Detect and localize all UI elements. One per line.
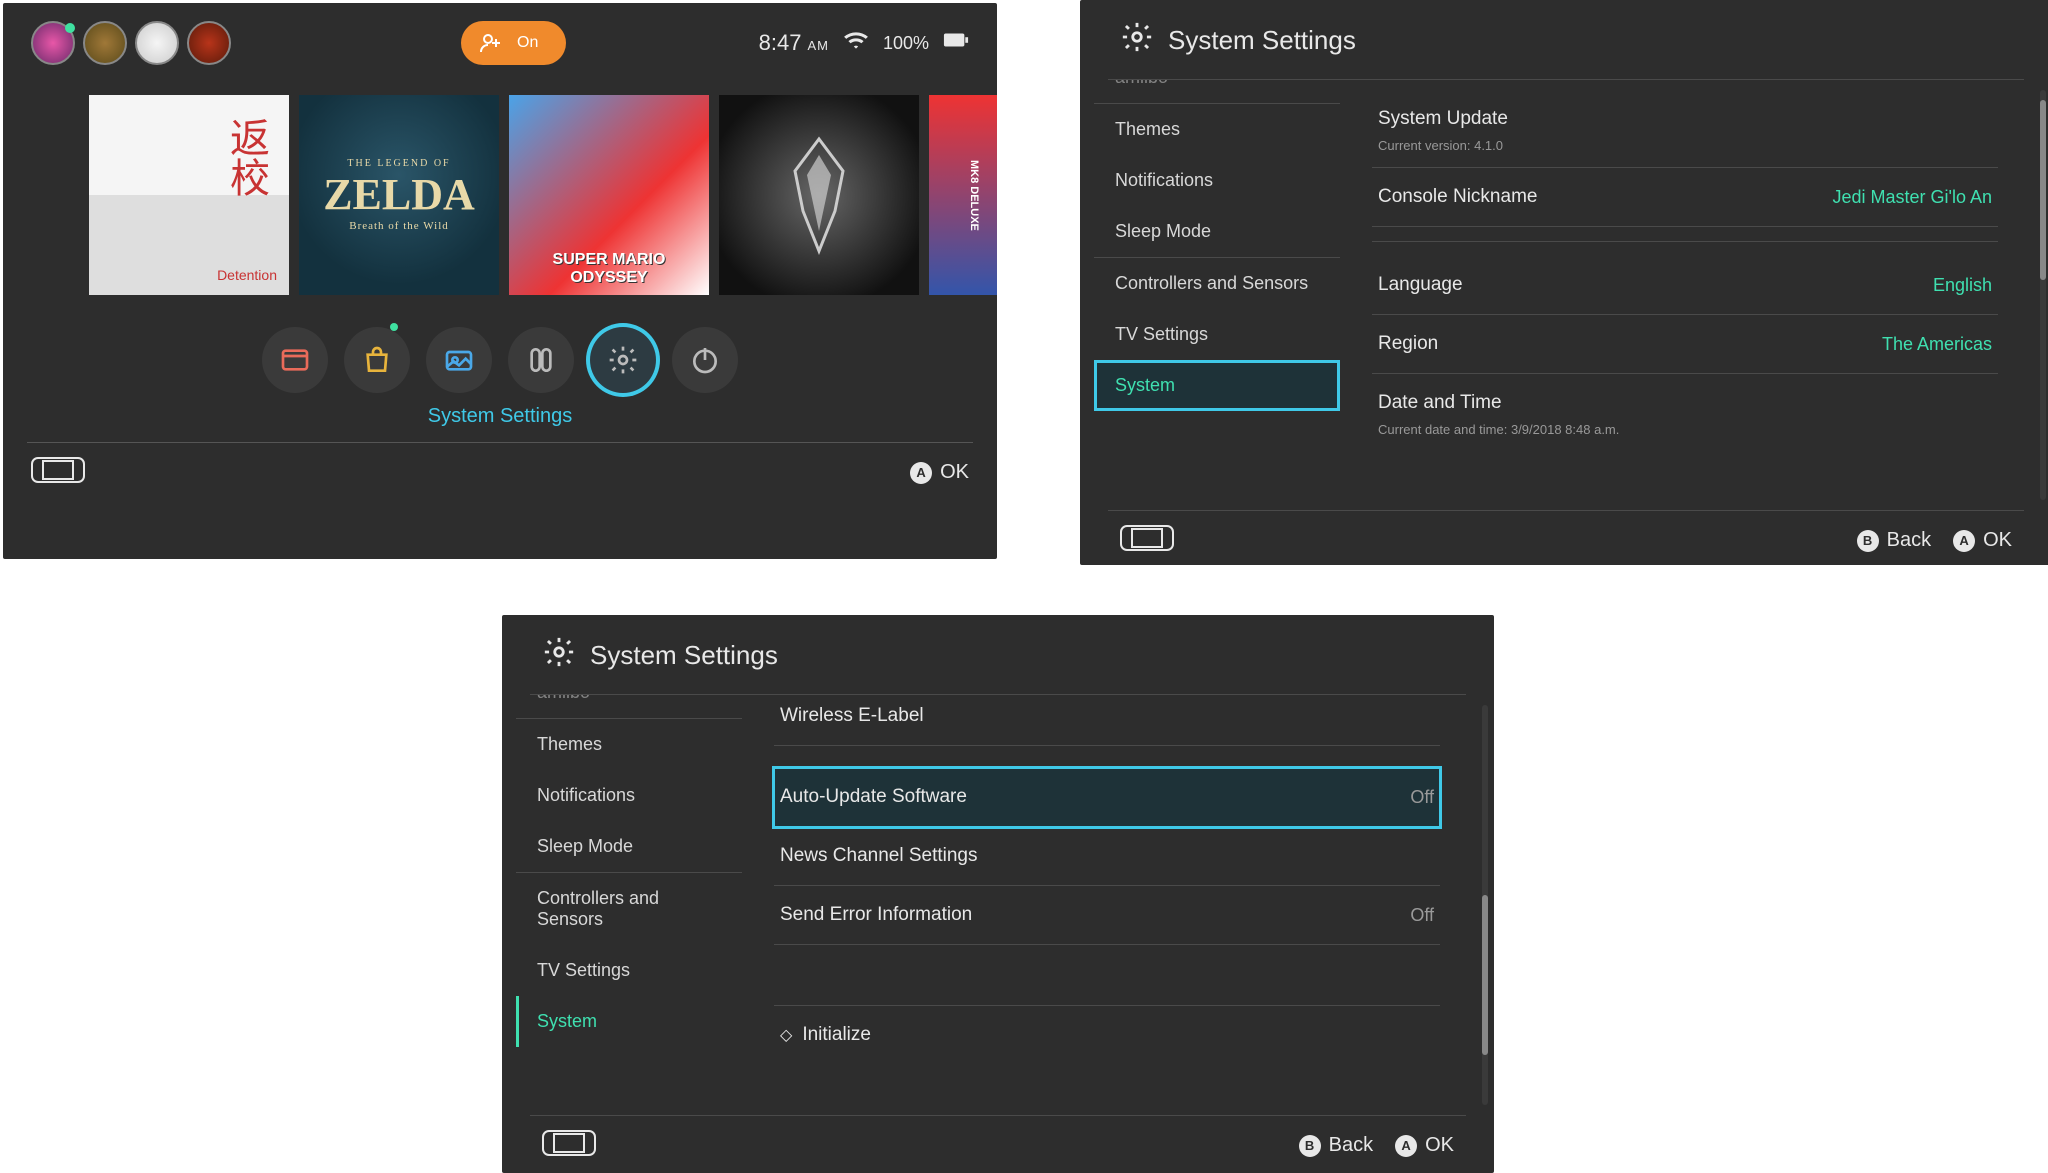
- opt-system-update-sub: Current version: 4.1.0: [1372, 138, 1998, 168]
- language-value: English: [1933, 275, 1992, 296]
- hint-back: B Back: [1299, 1134, 1373, 1157]
- settings-sidebar[interactable]: amiibo Themes Notifications Sleep Mode C…: [1080, 80, 1340, 510]
- hint-ok: A OK: [1395, 1134, 1454, 1157]
- hint-ok: A OK: [1953, 529, 2012, 552]
- settings-title: System Settings: [590, 640, 778, 671]
- system-settings-overview: System Settings amiibo Themes Notificati…: [1080, 0, 2048, 565]
- gear-icon: [1120, 20, 1154, 61]
- game-tile-mario-odyssey[interactable]: SUPER MARIO ODYSSEY: [509, 95, 709, 295]
- dock-row: [3, 315, 997, 397]
- game-tile-zelda[interactable]: THE LEGEND OF ZELDA Breath of the Wild: [299, 95, 499, 295]
- sidebar-item-notifications[interactable]: Notifications: [1094, 155, 1340, 206]
- hint-back: B Back: [1857, 529, 1931, 552]
- sidebar-item-controllers[interactable]: Controllers and Sensors: [516, 873, 742, 945]
- sidebar-item-themes[interactable]: Themes: [1094, 104, 1340, 155]
- a-button-icon: A: [1953, 530, 1975, 552]
- opt-send-error[interactable]: Send Error Information Off: [774, 886, 1440, 945]
- notification-dot-icon: [390, 323, 398, 331]
- dock-settings-button[interactable]: [590, 327, 656, 393]
- settings-title: System Settings: [1168, 25, 1356, 56]
- avatar-4[interactable]: [187, 21, 231, 65]
- game-tile-skyrim[interactable]: [719, 95, 919, 295]
- avatar-2[interactable]: [83, 21, 127, 65]
- b-button-icon: B: [1299, 1135, 1321, 1157]
- dock-controllers-button[interactable]: [508, 327, 574, 393]
- user-avatars: [31, 21, 231, 65]
- home-screen: On 8:47 AM 100% 返校 Detention THE LEGEND …: [3, 3, 997, 559]
- opt-initialize[interactable]: ◇ Initialize: [774, 1005, 1440, 1064]
- dock-news-button[interactable]: [262, 327, 328, 393]
- opt-language[interactable]: Language English: [1372, 256, 1998, 315]
- gear-icon: [542, 635, 576, 676]
- game-carousel[interactable]: 返校 Detention THE LEGEND OF ZELDA Breath …: [3, 75, 997, 315]
- opt-wireless-elabel[interactable]: Wireless E-Label: [774, 695, 1440, 746]
- diamond-icon: ◇: [780, 1025, 792, 1045]
- wifi-icon: [843, 27, 869, 59]
- scrollbar-thumb[interactable]: [1482, 895, 1488, 1055]
- settings-header: System Settings: [502, 615, 1494, 694]
- settings-footer: B Back A OK: [1080, 511, 2048, 565]
- send-error-value: Off: [1410, 905, 1434, 926]
- settings-content[interactable]: System Update Current version: 4.1.0 Con…: [1340, 80, 2048, 510]
- sidebar-item-tv-settings[interactable]: TV Settings: [516, 945, 742, 996]
- avatar-1[interactable]: [31, 21, 75, 65]
- sidebar-item-sleep-mode[interactable]: Sleep Mode: [516, 821, 742, 872]
- clock: 8:47 AM: [759, 30, 829, 56]
- home-topbar: On 8:47 AM 100%: [3, 3, 997, 75]
- opt-auto-update[interactable]: Auto-Update Software Off: [774, 768, 1440, 827]
- settings-footer: B Back A OK: [502, 1116, 1494, 1173]
- a-button-icon: A: [910, 462, 932, 484]
- system-settings-autoupdate: System Settings amiibo Themes Notificati…: [502, 615, 1494, 1173]
- dock-album-button[interactable]: [426, 327, 492, 393]
- add-user-icon: [479, 31, 503, 55]
- nickname-value: Jedi Master Gi'lo An: [1832, 187, 1992, 208]
- sidebar-item-controllers[interactable]: Controllers and Sensors: [1094, 258, 1340, 309]
- settings-sidebar[interactable]: amiibo Themes Notifications Sleep Mode C…: [502, 695, 742, 1115]
- sidebar-item-notifications[interactable]: Notifications: [516, 770, 742, 821]
- sidebar-item-system[interactable]: System: [1094, 360, 1340, 411]
- avatar-3[interactable]: [135, 21, 179, 65]
- game-tile-mariokart[interactable]: MK8 DELUXE: [929, 95, 997, 295]
- pill-label: On: [517, 34, 538, 52]
- sidebar-item-themes[interactable]: Themes: [516, 719, 742, 770]
- opt-news-channel[interactable]: News Channel Settings: [774, 827, 1440, 886]
- dock-label: System Settings: [3, 397, 997, 442]
- dock-power-button[interactable]: [672, 327, 738, 393]
- scrollbar-thumb[interactable]: [2040, 100, 2046, 280]
- dock-eshop-button[interactable]: [344, 327, 410, 393]
- skyrim-logo-icon: [779, 135, 859, 255]
- opt-date-time-sub: Current date and time: 3/9/2018 8:48 a.m…: [1372, 422, 1998, 451]
- status-area: 8:47 AM 100%: [759, 27, 969, 59]
- settings-header: System Settings: [1080, 0, 2048, 79]
- handheld-icon: [31, 457, 85, 488]
- game-tile-detention[interactable]: 返校 Detention: [89, 95, 289, 295]
- handheld-icon: [542, 1130, 596, 1161]
- auto-update-value: Off: [1410, 787, 1434, 808]
- sidebar-item-amiibo[interactable]: amiibo: [1094, 80, 1340, 103]
- home-footer: A OK: [3, 443, 997, 502]
- sidebar-item-sleep-mode[interactable]: Sleep Mode: [1094, 206, 1340, 257]
- settings-content[interactable]: Wireless E-Label Auto-Update Software Of…: [742, 695, 1494, 1115]
- b-button-icon: B: [1857, 530, 1879, 552]
- sidebar-item-tv-settings[interactable]: TV Settings: [1094, 309, 1340, 360]
- opt-region[interactable]: Region The Americas: [1372, 315, 1998, 374]
- region-value: The Americas: [1882, 334, 1992, 355]
- sidebar-item-amiibo[interactable]: amiibo: [516, 695, 742, 718]
- sidebar-item-system[interactable]: System: [516, 996, 742, 1047]
- online-pill[interactable]: On: [461, 21, 566, 65]
- battery-pct: 100%: [883, 33, 929, 54]
- hint-ok: A OK: [910, 461, 969, 484]
- opt-console-nickname[interactable]: Console Nickname Jedi Master Gi'lo An: [1372, 168, 1998, 227]
- battery-icon: [943, 27, 969, 59]
- a-button-icon: A: [1395, 1135, 1417, 1157]
- handheld-icon: [1120, 525, 1174, 556]
